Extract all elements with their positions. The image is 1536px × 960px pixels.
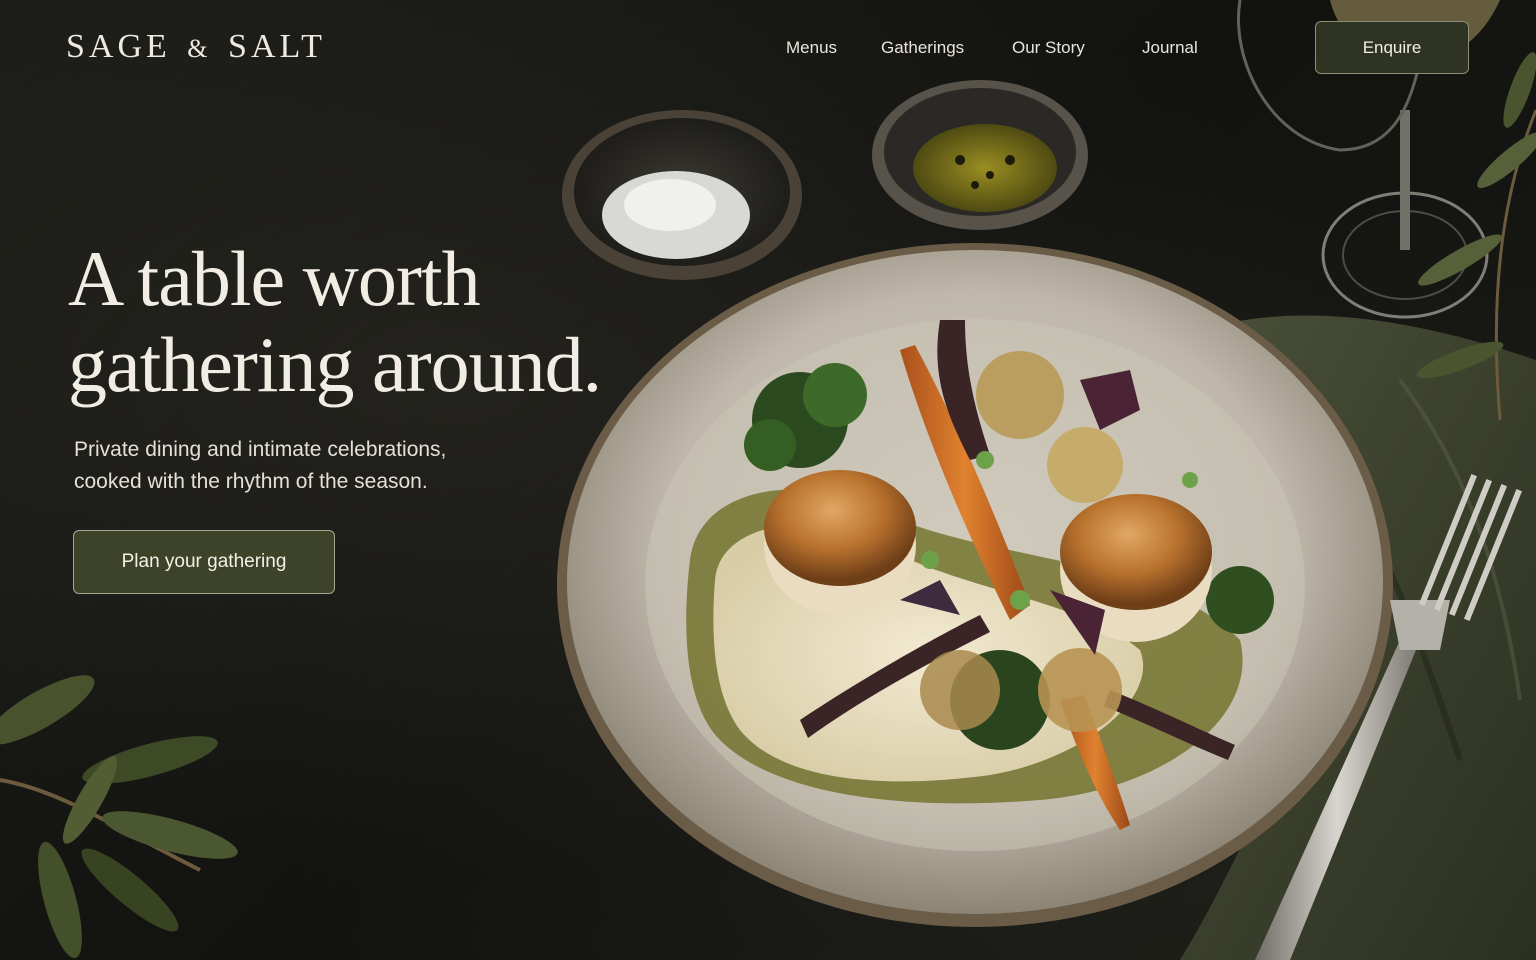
- hero-subtext-line2: cooked with the rhythm of the season.: [74, 470, 428, 493]
- nav-item-menus[interactable]: Menus: [786, 38, 837, 58]
- hero-subtext-line1: Private dining and intimate celebrations…: [74, 438, 447, 461]
- hero-headline-line1: A table worth: [68, 235, 481, 322]
- hero-section: SAGE & SALT Menus Gatherings Our Story J…: [0, 0, 1536, 960]
- oil-bowl: [872, 80, 1088, 230]
- nav-item-gatherings[interactable]: Gatherings: [881, 38, 964, 58]
- enquire-button[interactable]: Enquire: [1315, 21, 1469, 74]
- brand-logo[interactable]: SAGE & SALT: [66, 28, 326, 66]
- brand-name-part2: SALT: [228, 28, 326, 65]
- olive-branch-left: [0, 675, 238, 959]
- nav-item-journal[interactable]: Journal: [1142, 38, 1198, 58]
- brand-ampersand: &: [187, 34, 212, 63]
- hero-headline: A table worth gathering around.: [68, 236, 688, 408]
- brand-name-part1: SAGE: [66, 28, 171, 65]
- hero-subtext: Private dining and intimate celebrations…: [74, 434, 554, 498]
- hero-headline-line2: gathering around.: [68, 321, 602, 408]
- nav-item-our-story[interactable]: Our Story: [1012, 38, 1085, 58]
- plan-gathering-button[interactable]: Plan your gathering: [73, 530, 335, 594]
